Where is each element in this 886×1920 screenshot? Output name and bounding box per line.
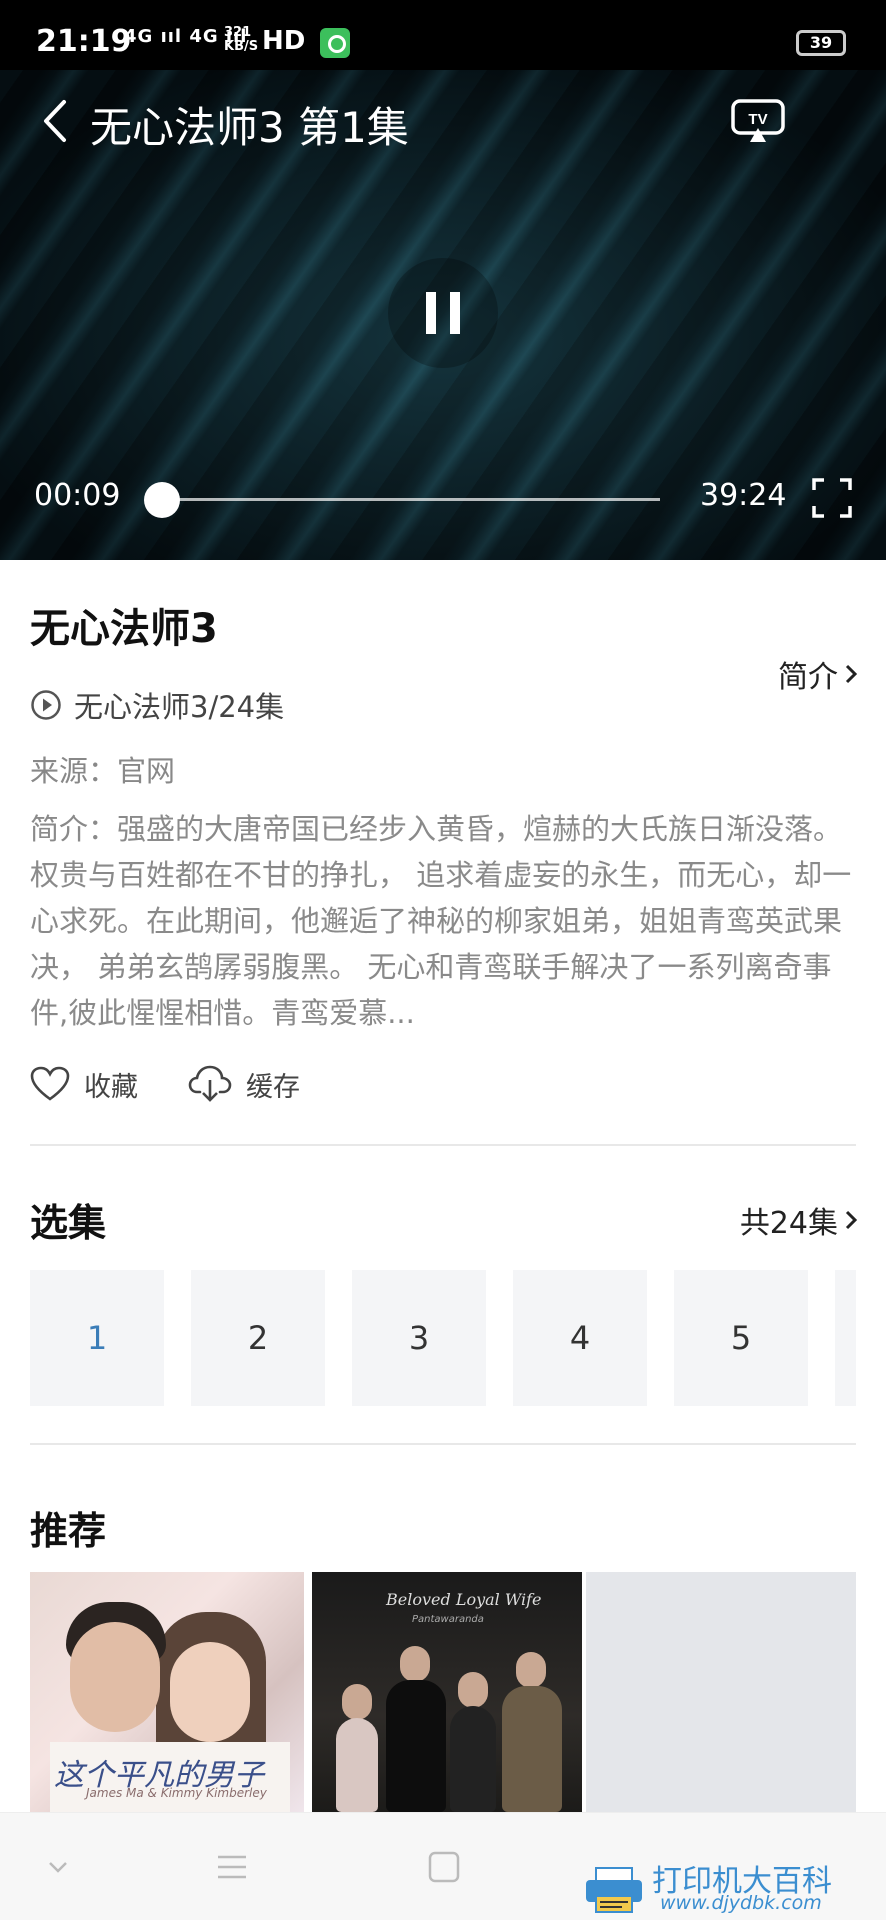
episode-item[interactable]: 5 xyxy=(674,1270,808,1406)
poster-art xyxy=(70,1622,160,1732)
poster-art xyxy=(342,1684,372,1720)
watermark: 打印机大百科 www.djydbk.com xyxy=(582,1856,882,1916)
printer-logo-icon xyxy=(586,1867,642,1913)
back-icon[interactable] xyxy=(36,96,76,146)
chevron-down-icon[interactable] xyxy=(38,1849,78,1885)
watermark-url: www.djydbk.com xyxy=(660,1892,822,1914)
episode-item[interactable]: 1 xyxy=(30,1270,164,1406)
episodes-title: 选集 xyxy=(30,1201,107,1245)
status-time: 21:19 xyxy=(36,24,132,59)
poster-art xyxy=(458,1672,488,1708)
pause-button[interactable] xyxy=(388,258,498,368)
action-row: 收藏 缓存 xyxy=(30,1064,300,1104)
episode-count-link[interactable]: 共24集 xyxy=(740,1198,858,1242)
heart-icon xyxy=(30,1066,70,1101)
video-title: 无心法师3 第1集 xyxy=(90,103,409,152)
chevron-right-icon xyxy=(845,1210,858,1230)
poster-subcaption: James Ma & Kimmy Kimberley xyxy=(86,1786,267,1800)
chevron-right-icon xyxy=(845,664,858,684)
divider xyxy=(30,1443,856,1445)
favorite-label: 收藏 xyxy=(84,1071,138,1103)
intro-link-label: 简介 xyxy=(778,660,838,695)
episode-item[interactable]: 4 xyxy=(513,1270,647,1406)
net-speed-unit: KB/S xyxy=(224,39,259,54)
poster-subcaption: Pantawaranda xyxy=(412,1614,484,1625)
current-time: 00:09 xyxy=(34,478,121,513)
poster-art xyxy=(516,1652,546,1688)
cloud-download-icon xyxy=(188,1065,232,1102)
recommend-row: 这个平凡的男子 James Ma & Kimmy Kimberley Belov… xyxy=(30,1572,856,1812)
recommend-poster[interactable]: 这个平凡的男子 James Ma & Kimmy Kimberley xyxy=(30,1572,304,1812)
svg-text:TV: TV xyxy=(748,111,767,128)
status-bar: 21:19 4G ııl 4G ııl 321 KB/S HD 39 xyxy=(0,0,886,70)
progress-handle[interactable] xyxy=(144,482,180,518)
cache-button[interactable]: 缓存 xyxy=(188,1064,300,1104)
episode-list: 12345 xyxy=(30,1270,856,1406)
synopsis: 简介：强盛的大唐帝国已经步入黄昏，煊赫的大氏族日渐没落。权贵与百姓都在不甘的挣扎… xyxy=(30,812,852,1030)
cache-label: 缓存 xyxy=(246,1071,300,1103)
app-notification-icon xyxy=(320,28,350,58)
episode-item[interactable]: 2 xyxy=(191,1270,325,1406)
poster-art xyxy=(400,1646,430,1682)
video-player[interactable]: 无心法师3 第1集 TV 00:09 39:24 xyxy=(0,70,886,560)
recommend-poster[interactable]: Beloved Loyal Wife Pantawaranda xyxy=(312,1572,582,1812)
home-icon[interactable] xyxy=(424,1849,464,1885)
episode-info: 无心法师3/24集 xyxy=(30,684,284,726)
source-label: 来源：官网 xyxy=(30,754,176,788)
show-title: 无心法师3 xyxy=(30,606,218,652)
tv-cast-icon[interactable]: TV xyxy=(730,98,786,144)
episode-count-label: 共24集 xyxy=(739,1206,838,1241)
poster-art xyxy=(450,1706,496,1812)
favorite-button[interactable]: 收藏 xyxy=(30,1065,138,1104)
poster-art xyxy=(170,1642,250,1742)
net-speed-value: 321 xyxy=(224,25,252,40)
battery-icon: 39 xyxy=(796,30,846,56)
poster-art xyxy=(502,1686,562,1812)
net-speed: 321 KB/S xyxy=(224,26,258,54)
total-time: 39:24 xyxy=(700,478,787,513)
pause-icon xyxy=(426,292,436,334)
poster-caption: Beloved Loyal Wife xyxy=(386,1590,542,1609)
episode-item-partial[interactable] xyxy=(835,1270,856,1406)
episode-info-label: 无心法师3/24集 xyxy=(74,690,285,724)
poster-art xyxy=(336,1718,378,1812)
hd-icon: HD xyxy=(262,26,306,56)
fullscreen-icon[interactable] xyxy=(812,478,852,518)
recommend-poster-placeholder[interactable] xyxy=(586,1572,856,1812)
divider xyxy=(30,1144,856,1146)
progress-bar[interactable] xyxy=(160,498,660,501)
pause-icon xyxy=(450,292,460,334)
menu-icon[interactable] xyxy=(212,1849,252,1885)
play-circle-icon xyxy=(31,690,61,720)
intro-link[interactable]: 简介 xyxy=(778,652,858,696)
recommend-title: 推荐 xyxy=(30,1509,107,1553)
poster-art xyxy=(386,1680,446,1812)
episode-item[interactable]: 3 xyxy=(352,1270,486,1406)
